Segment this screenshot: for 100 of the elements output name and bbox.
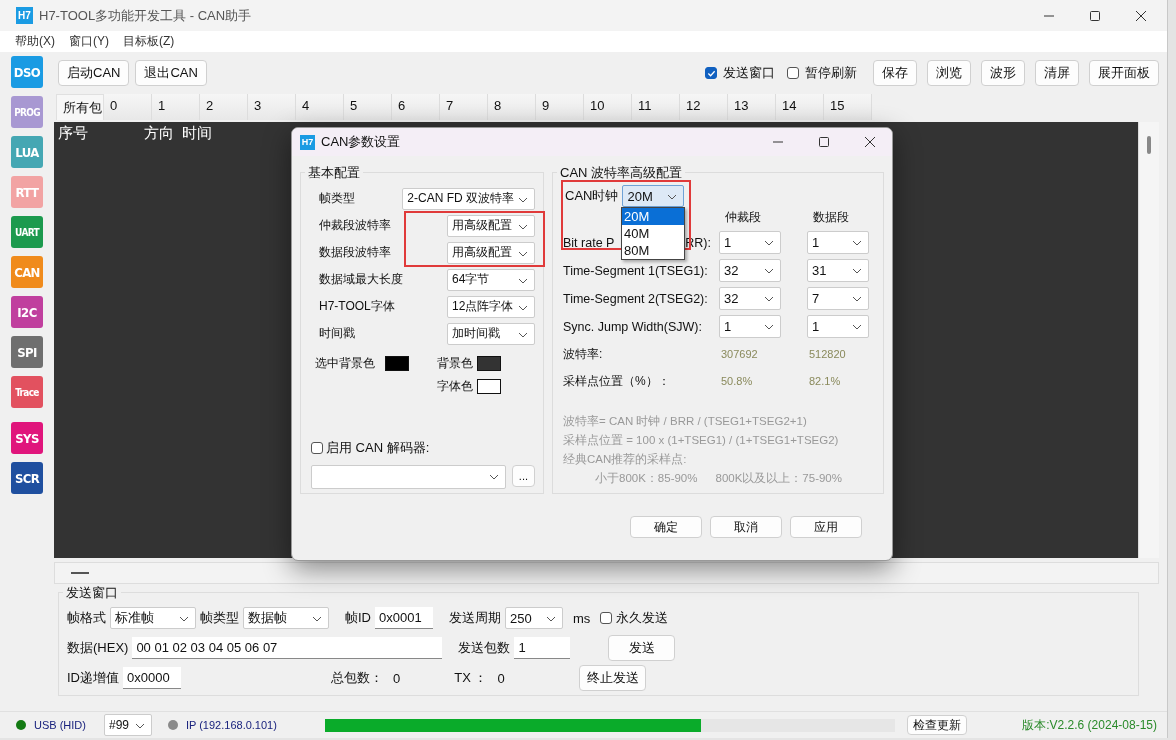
channel-tab[interactable]: 13 — [728, 94, 776, 120]
formula-note: 经典CAN推荐的采样点: — [563, 452, 688, 467]
color-swatch[interactable] — [477, 379, 501, 394]
dropdown[interactable]: 加时间戳 — [447, 322, 535, 345]
close-icon[interactable] — [1135, 9, 1147, 22]
toolbar-button[interactable]: 清屏 — [1035, 60, 1079, 86]
app-logo-icon: H7 — [16, 7, 33, 24]
dropdown[interactable]: 32 — [719, 287, 781, 310]
checkbox[interactable] — [705, 67, 717, 79]
module-tile[interactable]: Trace — [11, 376, 43, 408]
module-tile[interactable]: SPI — [11, 336, 43, 368]
dialog-button[interactable]: 应用 — [790, 516, 862, 538]
maximize-icon[interactable] — [1089, 9, 1101, 22]
input-field[interactable]: 0x0001 — [375, 607, 433, 629]
field-label: CAN时钟 — [565, 187, 619, 205]
channel-tab[interactable]: 10 — [584, 94, 632, 120]
checkbox[interactable] — [600, 612, 613, 624]
scrollbar[interactable] — [1138, 122, 1159, 558]
channel-tab[interactable]: 2 — [200, 94, 248, 120]
dropdown[interactable]: 12点阵字体 — [447, 295, 535, 318]
caret-icon — [764, 268, 774, 274]
splitter-handle-icon[interactable] — [71, 572, 89, 574]
channel-tab[interactable]: 8 — [488, 94, 536, 120]
channel-tab[interactable]: 5 — [344, 94, 392, 120]
menu-item[interactable]: 帮助(X) — [15, 33, 55, 50]
channel-tab[interactable]: 11 — [632, 94, 680, 120]
column-header: 仲裁段 — [724, 209, 762, 226]
checkbox[interactable] — [311, 442, 323, 454]
channel-tab[interactable]: 7 — [440, 94, 488, 120]
channel-tab[interactable]: 6 — [392, 94, 440, 120]
channel-tab[interactable]: 15 — [824, 94, 872, 120]
dropdown-option[interactable]: 80M — [622, 242, 684, 259]
browse-button[interactable]: ... — [511, 465, 535, 487]
menu-item[interactable]: 目标板(Z) — [123, 33, 175, 50]
dropdown[interactable]: 31 — [807, 259, 869, 282]
toolbar-button[interactable]: 展开面板 — [1089, 60, 1159, 86]
dropdown[interactable]: 1 — [807, 315, 869, 338]
field-label: 数据(HEX) — [67, 639, 129, 657]
dropdown[interactable]: 用高级配置 — [447, 214, 535, 237]
field-label: 发送周期 — [449, 609, 501, 627]
send-button[interactable]: 发送 — [608, 635, 676, 661]
maximize-icon[interactable] — [818, 136, 830, 148]
module-tile[interactable]: SCR — [11, 462, 43, 494]
toolbar-button[interactable]: 退出CAN — [135, 60, 207, 86]
channel-tab[interactable]: 所有包 — [56, 94, 104, 120]
dropdown-option[interactable]: 20M — [622, 208, 684, 225]
color-swatch[interactable] — [477, 356, 501, 371]
update-button[interactable]: 检查更新 — [906, 715, 967, 735]
module-tile[interactable]: SYS — [11, 422, 43, 454]
channel-tab[interactable]: 0 — [104, 94, 152, 120]
dropdown[interactable]: 标准帧 — [110, 607, 196, 629]
channel-tab[interactable]: 9 — [536, 94, 584, 120]
channel-tab[interactable]: 4 — [296, 94, 344, 120]
dropdown-option[interactable]: 40M — [622, 225, 684, 242]
dropdown[interactable]: 2-CAN FD 双波特率 — [402, 187, 535, 210]
result-value: 82.1% — [808, 375, 842, 387]
caret-icon — [852, 240, 862, 246]
channel-tab[interactable]: 1 — [152, 94, 200, 120]
toolbar-button[interactable]: 波形 — [981, 60, 1025, 86]
dropdown[interactable]: 用高级配置 — [447, 241, 535, 264]
field-label: Sync. Jump Width(SJW): — [563, 319, 702, 334]
input-field[interactable]: 00 01 02 03 04 05 06 07 — [132, 637, 443, 659]
caret-icon — [518, 331, 528, 338]
stop-button[interactable]: 终止发送 — [579, 665, 646, 691]
channel-tab[interactable]: 14 — [776, 94, 824, 120]
dropdown[interactable]: 20M — [622, 185, 685, 207]
dropdown[interactable]: 数据帧 — [243, 607, 329, 629]
dialog-button[interactable]: 确定 — [630, 516, 702, 538]
caret-icon — [764, 240, 774, 246]
toolbar-button[interactable]: 保存 — [873, 60, 917, 86]
color-swatch[interactable] — [385, 356, 409, 371]
menu-item[interactable]: 窗口(Y) — [69, 33, 109, 50]
channel-tab[interactable]: 3 — [248, 94, 296, 120]
field-label: H7-TOOL字体 — [319, 298, 395, 315]
toolbar-button[interactable]: 启动CAN — [58, 60, 130, 86]
dropdown[interactable]: 1 — [719, 231, 781, 254]
module-tile[interactable]: UART — [11, 216, 43, 248]
result-value: 307692 — [720, 348, 759, 360]
close-icon[interactable] — [864, 136, 876, 148]
channel-tab[interactable]: 12 — [680, 94, 728, 120]
input-field[interactable]: 1 — [514, 637, 571, 659]
dropdown[interactable]: 64字节 — [447, 268, 535, 291]
dialog-button[interactable]: 取消 — [710, 516, 782, 538]
checkbox-label: 启用 CAN 解码器: — [326, 439, 430, 457]
toolbar-button[interactable]: 浏览 — [927, 60, 971, 86]
module-tile[interactable]: I2C — [11, 296, 43, 328]
dropdown[interactable]: 7 — [807, 287, 869, 310]
result-label: 采样点位置（%）： — [563, 373, 671, 390]
checkbox[interactable] — [787, 67, 799, 79]
port-dropdown[interactable]: #99 — [103, 714, 152, 736]
caret-icon — [764, 296, 774, 302]
dropdown[interactable]: 1 — [807, 231, 869, 254]
caret-icon — [312, 616, 322, 622]
dropdown[interactable]: 32 — [719, 259, 781, 282]
dropdown[interactable]: 250 — [505, 607, 563, 629]
input-field[interactable]: 0x0000 — [123, 667, 181, 689]
field-label: Bit rate P — [563, 235, 615, 250]
field-label: 帧类型 — [200, 609, 239, 627]
dropdown[interactable]: 1 — [719, 315, 781, 338]
unit-label: ms — [573, 610, 591, 626]
